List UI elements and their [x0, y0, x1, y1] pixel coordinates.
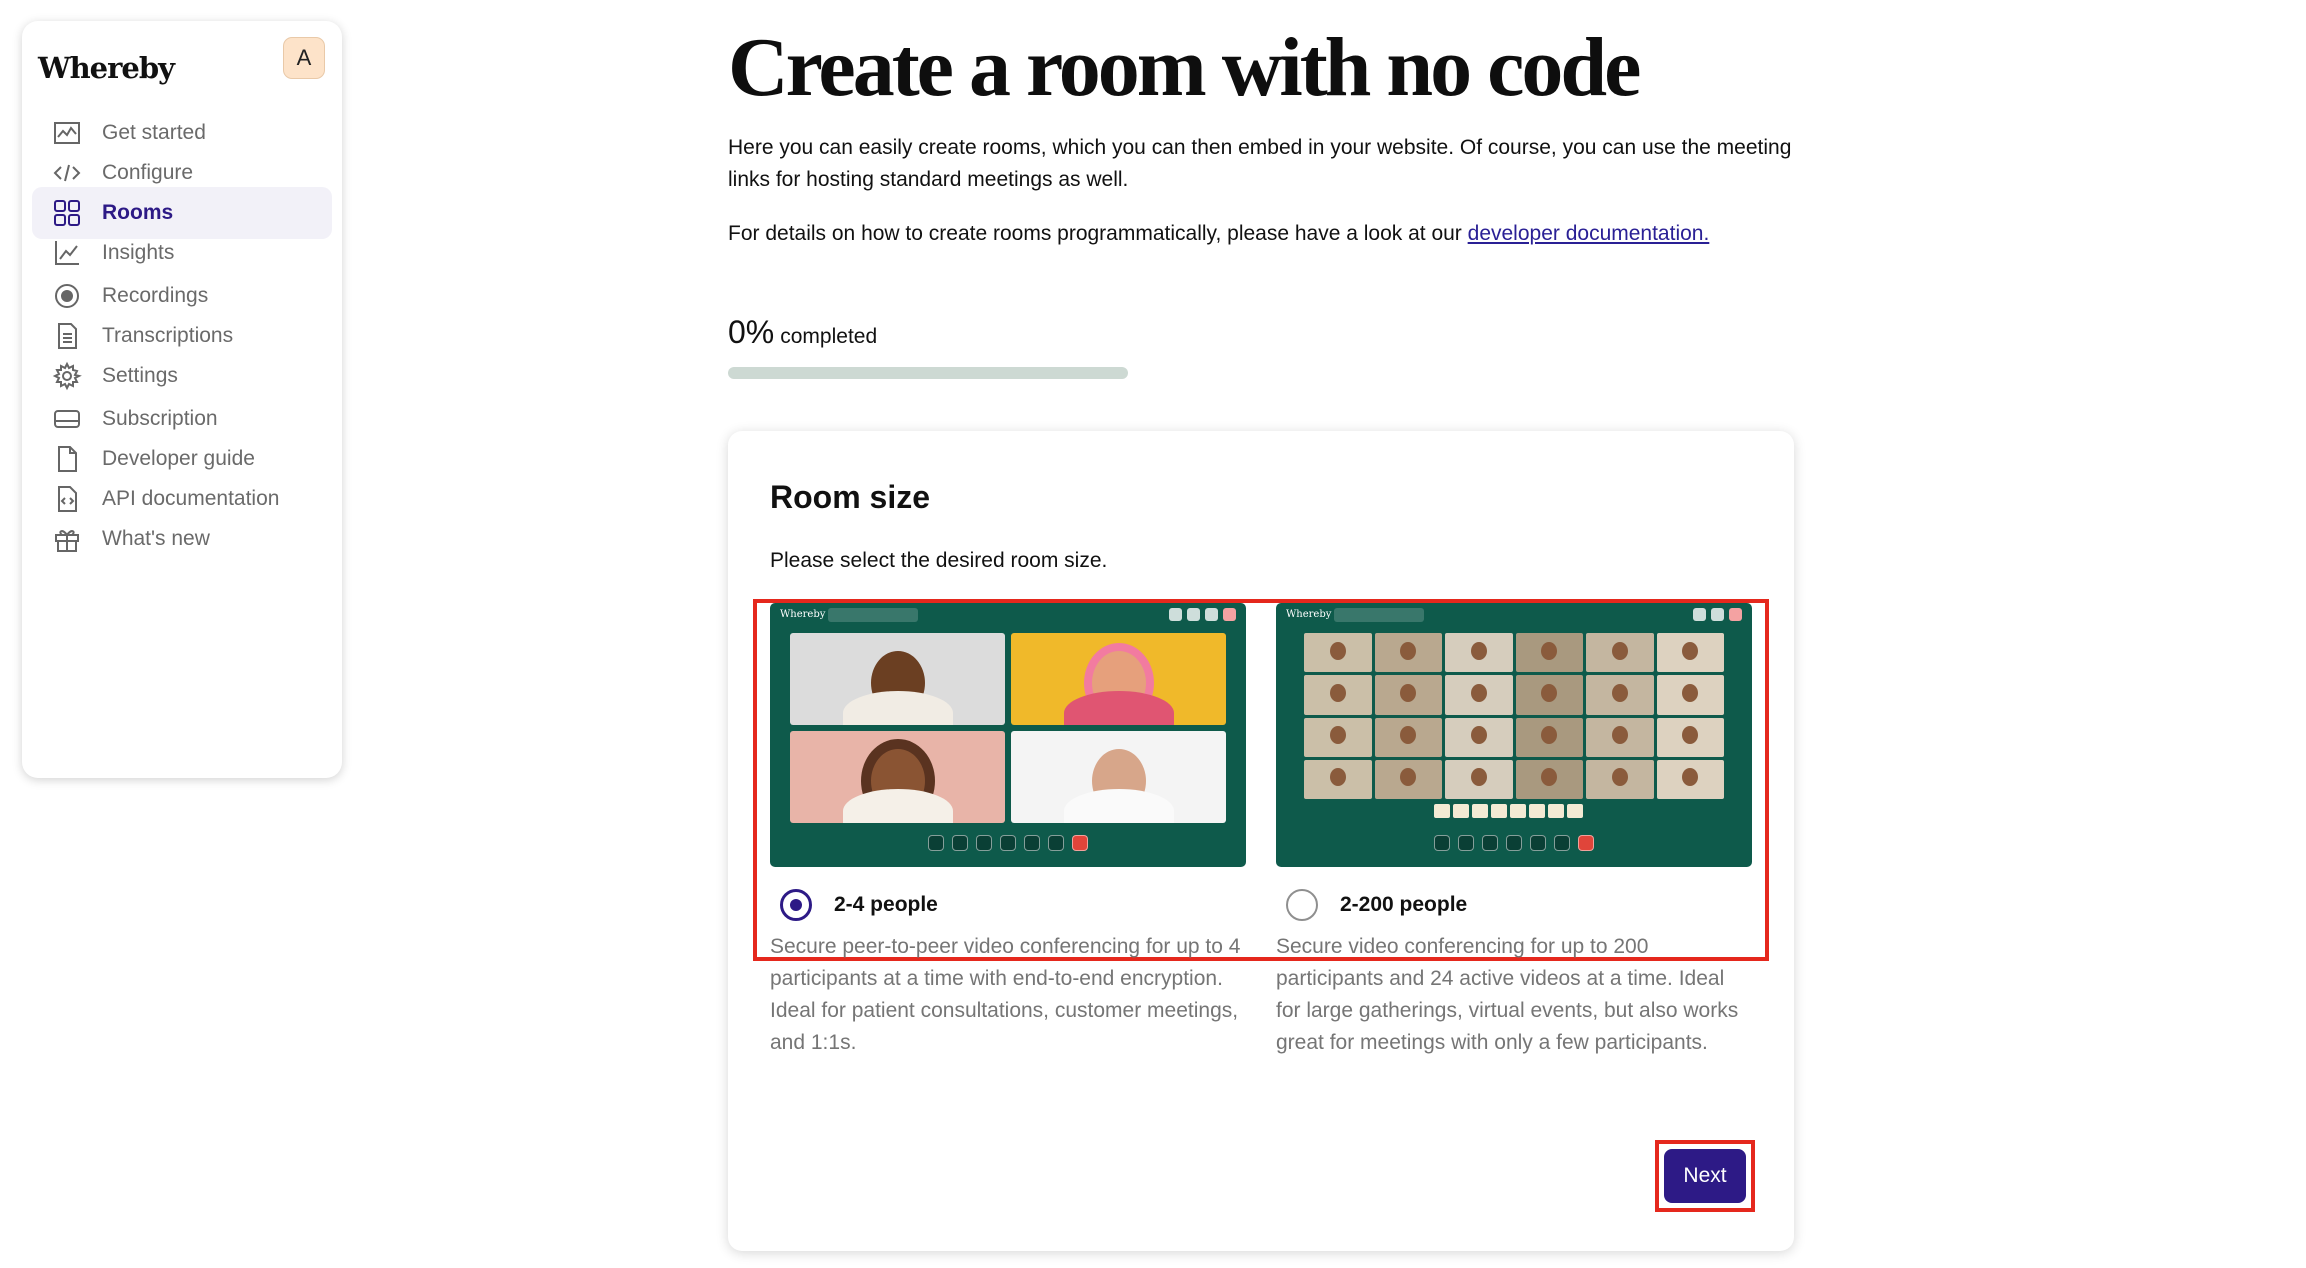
radio-button-small[interactable] — [780, 889, 812, 921]
intro-docs-prefix: For details on how to create rooms progr… — [728, 222, 1468, 245]
radio-button-large[interactable] — [1286, 889, 1318, 921]
card-title: Room size — [770, 479, 931, 515]
sidebar-item-label: Recordings — [102, 284, 209, 307]
preview-toolbar — [1169, 608, 1236, 621]
participant-tile — [1304, 675, 1372, 715]
radio-option-large[interactable]: 2-200 people — [1276, 887, 1752, 923]
avatar[interactable]: A — [283, 37, 325, 79]
participant-tile — [1656, 675, 1724, 715]
line-chart-icon — [52, 238, 82, 268]
participant-tile — [1445, 633, 1513, 673]
file-icon — [52, 444, 82, 474]
sidebar-item-label: Settings — [102, 364, 178, 387]
sidebar-item-label: Insights — [102, 241, 175, 264]
participant-tile — [1374, 759, 1442, 799]
whereby-logo[interactable]: Whereby — [38, 51, 175, 85]
intro-text: Here you can easily create rooms, which … — [728, 136, 1792, 191]
participant-tile — [1515, 759, 1583, 799]
radio-label-small: 2-4 people — [834, 893, 938, 916]
participant-tile — [1656, 759, 1724, 799]
participant-tile — [1304, 633, 1372, 673]
sidebar: Whereby A Get started Configure Rooms In… — [22, 21, 342, 778]
next-button-highlight: Next — [1655, 1140, 1755, 1212]
sidebar-item-whats-new[interactable]: What's new — [32, 513, 332, 565]
participant-tile — [1445, 675, 1513, 715]
option-description-small: Secure peer-to-peer video conferencing f… — [770, 935, 1241, 1054]
preview-toolbar — [1693, 608, 1742, 621]
progress-status: 0% completed — [728, 314, 877, 351]
participant-tile — [1011, 731, 1226, 823]
chart-icon — [52, 118, 82, 148]
preview-controls — [928, 835, 1088, 851]
participant-tile — [1586, 717, 1654, 757]
card-icon — [52, 404, 82, 434]
participant-tile — [1656, 633, 1724, 673]
record-icon — [52, 281, 82, 311]
participant-tile — [1515, 717, 1583, 757]
large-room-preview-image[interactable]: Whereby — [1276, 603, 1752, 867]
preview-participant-chips — [1434, 804, 1583, 818]
participant-tile — [1304, 717, 1372, 757]
next-button[interactable]: Next — [1664, 1149, 1746, 1203]
participant-tile — [1374, 675, 1442, 715]
sidebar-item-label: Developer guide — [102, 447, 255, 470]
progress-label: completed — [780, 325, 878, 348]
participant-tile — [1586, 675, 1654, 715]
api-doc-icon — [52, 484, 82, 514]
room-size-option-small[interactable]: Whereby 2-4 people Secure peer-to-peer v… — [770, 603, 1246, 1059]
sidebar-item-label: Get started — [102, 121, 206, 144]
option-description-large: Secure video conferencing for up to 200 … — [1276, 935, 1739, 1054]
preview-video-grid — [1304, 633, 1724, 799]
participant-tile — [1011, 633, 1226, 725]
intro-docs-text: For details on how to create rooms progr… — [728, 218, 1792, 250]
preview-brand: Whereby — [780, 609, 826, 620]
sidebar-item-label: Transcriptions — [102, 324, 234, 347]
sidebar-item-label: What's new — [102, 527, 210, 550]
developer-documentation-link[interactable]: developer documentation. — [1468, 222, 1710, 245]
page-title: Create a room with no code — [728, 21, 1641, 114]
participant-tile — [1515, 633, 1583, 673]
sidebar-item-label: Configure — [102, 161, 194, 184]
room-size-card: Room size Please select the desired room… — [728, 431, 1794, 1251]
sidebar-item-label: Subscription — [102, 407, 218, 430]
participant-tile — [1304, 759, 1372, 799]
grid-icon — [52, 198, 82, 228]
participant-tile — [790, 633, 1005, 725]
participant-tile — [1445, 759, 1513, 799]
sidebar-item-label: Rooms — [102, 201, 174, 224]
document-icon — [52, 321, 82, 351]
participant-tile — [1656, 717, 1724, 757]
small-room-preview-image[interactable]: Whereby — [770, 603, 1246, 867]
gift-icon — [52, 524, 82, 554]
participant-tile — [790, 731, 1005, 823]
progress-bar — [728, 367, 1128, 379]
card-subtitle: Please select the desired room size. — [770, 549, 1108, 572]
radio-label-large: 2-200 people — [1340, 893, 1468, 916]
sidebar-item-label: API documentation — [102, 487, 280, 510]
preview-brand: Whereby — [1286, 609, 1332, 620]
participant-tile — [1586, 759, 1654, 799]
code-icon — [52, 158, 82, 188]
radio-option-small[interactable]: 2-4 people — [770, 887, 1246, 923]
participant-tile — [1374, 633, 1442, 673]
participant-tile — [1374, 717, 1442, 757]
participant-tile — [1445, 717, 1513, 757]
preview-video-grid — [790, 633, 1226, 823]
preview-room-pill — [828, 608, 918, 622]
room-size-option-large[interactable]: Whereby 2-200 people Secure video confer… — [1276, 603, 1752, 1059]
preview-controls — [1434, 835, 1594, 851]
preview-room-pill — [1334, 608, 1424, 622]
gear-icon — [52, 361, 82, 391]
participant-tile — [1515, 675, 1583, 715]
participant-tile — [1586, 633, 1654, 673]
progress-percent: 0% — [728, 314, 775, 350]
